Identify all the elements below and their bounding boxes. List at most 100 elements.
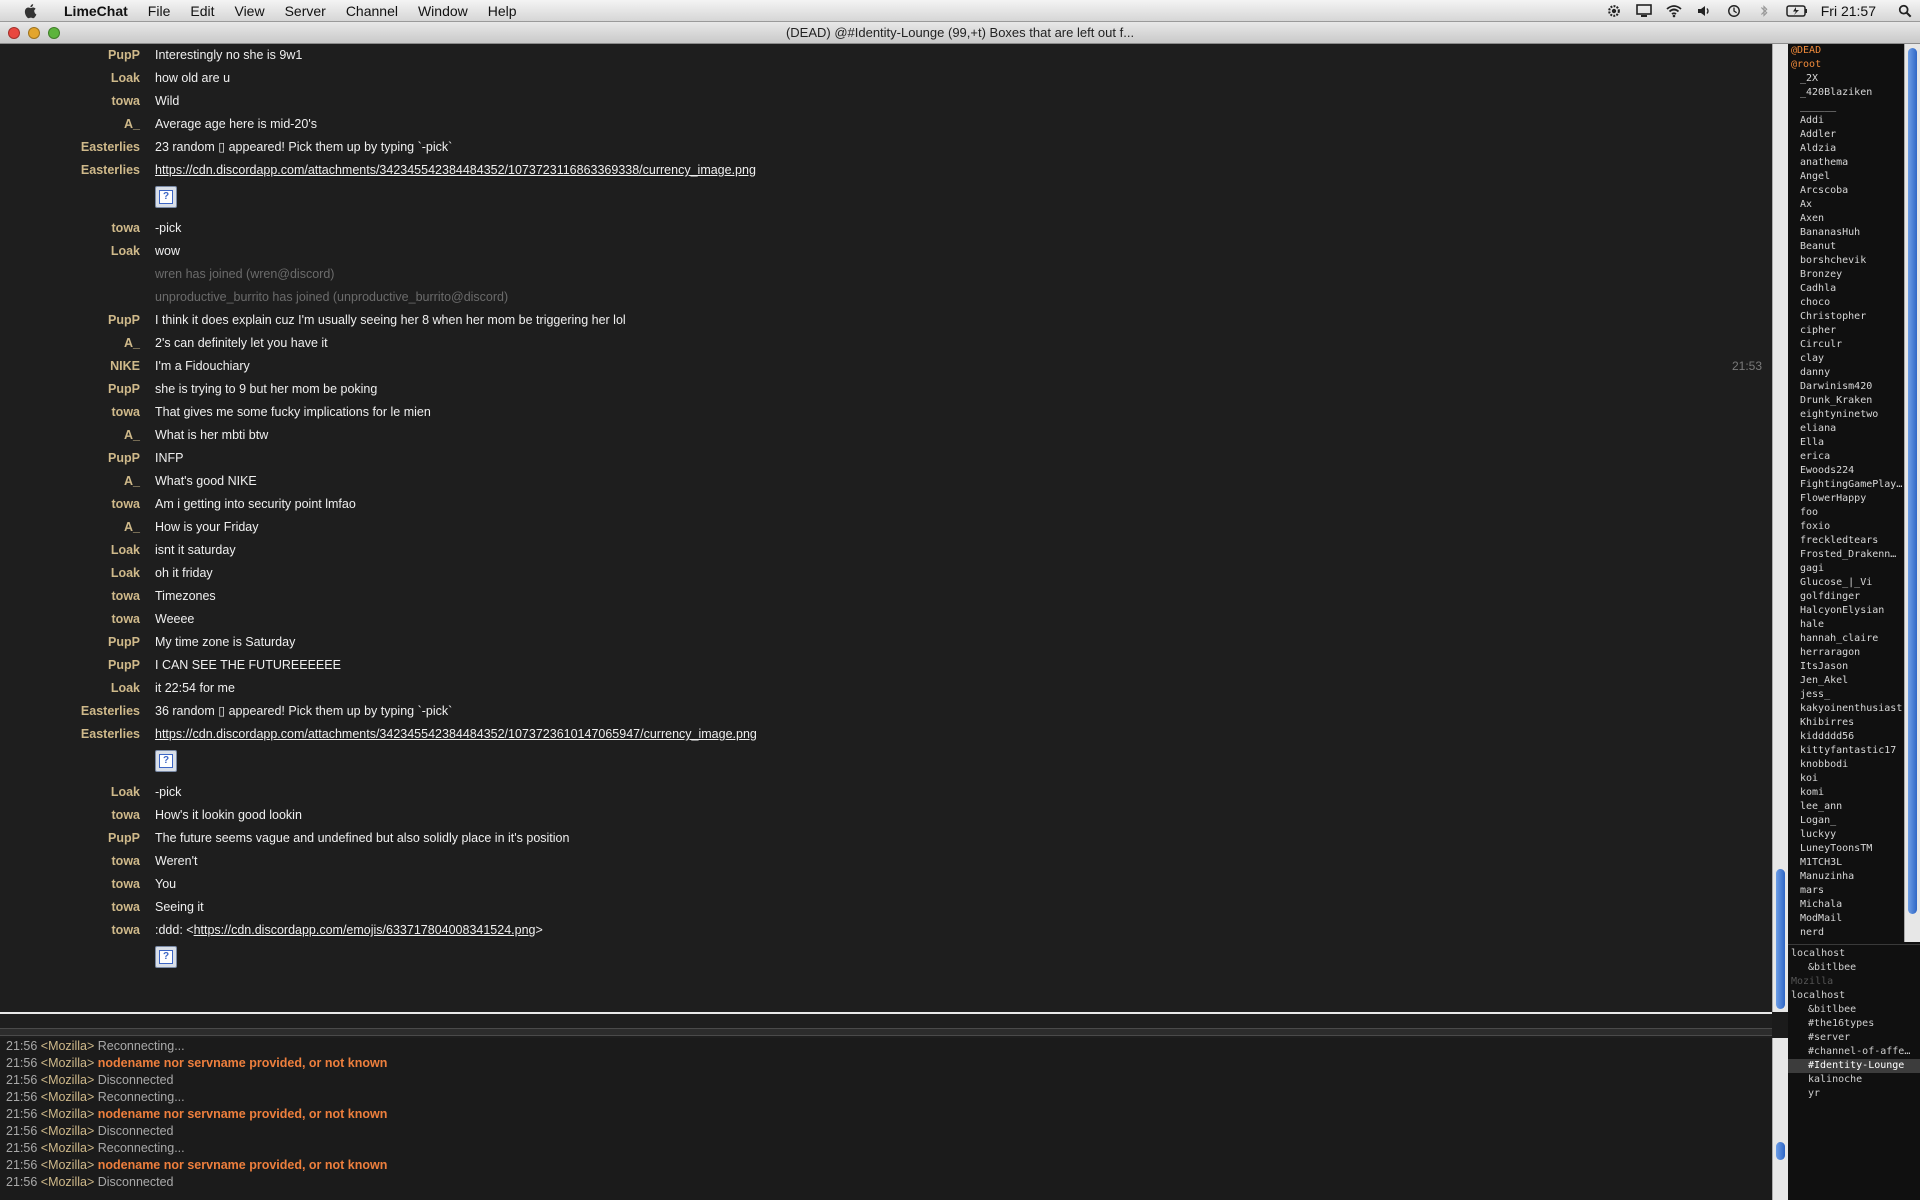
member-item[interactable]: Addi [1788, 114, 1904, 128]
member-item[interactable]: golfdinger [1788, 590, 1904, 604]
message-nick[interactable]: Easterlies [81, 723, 140, 746]
member-item[interactable]: kakyoinenthusiast [1788, 702, 1904, 716]
message-nick[interactable]: PupP [108, 827, 140, 850]
member-item[interactable]: Ax [1788, 198, 1904, 212]
member-item[interactable]: knobbodi [1788, 758, 1904, 772]
member-item[interactable]: borshchevik [1788, 254, 1904, 268]
channel-item[interactable]: &bitlbee [1788, 961, 1920, 975]
message-nick[interactable]: Loak [111, 562, 140, 585]
member-item[interactable]: HalcyonElysian [1788, 604, 1904, 618]
member-item[interactable]: ______ [1788, 100, 1904, 114]
member-item[interactable]: hale [1788, 618, 1904, 632]
message-nick[interactable]: Easterlies [81, 700, 140, 723]
menubar-clock[interactable]: Fri 21:57 [1815, 3, 1890, 19]
message-nick[interactable]: towa [112, 804, 140, 827]
message-nick[interactable]: Easterlies [81, 136, 140, 159]
message-nick[interactable]: A_ [124, 424, 140, 447]
spotlight-icon[interactable] [1897, 4, 1913, 18]
server-tree[interactable]: localhost &bitlbee Mozilla localhost &bitlbe… [1788, 944, 1920, 1200]
member-item[interactable]: freckledtears [1788, 534, 1904, 548]
message-nick[interactable]: towa [112, 401, 140, 424]
channel-item[interactable]: kalinoche [1788, 1073, 1920, 1087]
member-item[interactable]: cipher [1788, 324, 1904, 338]
image-placeholder-icon[interactable]: ? [155, 750, 177, 772]
message-nick[interactable]: towa [112, 896, 140, 919]
member-item[interactable]: herraragon [1788, 646, 1904, 660]
member-item[interactable]: eliana [1788, 422, 1904, 436]
message-nick[interactable]: towa [112, 90, 140, 113]
message-nick[interactable]: A_ [124, 113, 140, 136]
member-scroll-thumb[interactable] [1908, 48, 1917, 914]
member-item[interactable]: Axen [1788, 212, 1904, 226]
message-nick[interactable]: towa [112, 919, 140, 942]
message-nick[interactable]: Loak [111, 539, 140, 562]
message-nick[interactable]: Loak [111, 677, 140, 700]
close-button[interactable] [8, 27, 20, 39]
apple-menu-icon[interactable] [20, 3, 42, 19]
message-nick[interactable]: towa [112, 850, 140, 873]
menu-help[interactable]: Help [478, 0, 527, 22]
member-item[interactable]: nerd [1788, 926, 1904, 940]
member-item[interactable]: Ella [1788, 436, 1904, 450]
member-item[interactable]: Cadhla [1788, 282, 1904, 296]
member-item[interactable]: Jen_Akel [1788, 674, 1904, 688]
member-item[interactable]: mars [1788, 884, 1904, 898]
chat-scrollbar[interactable] [1772, 44, 1788, 1012]
server-item[interactable]: localhost [1788, 989, 1920, 1003]
member-scrollbar[interactable] [1904, 44, 1920, 942]
image-placeholder-icon[interactable]: ? [155, 946, 177, 968]
member-item[interactable]: BananasHuh [1788, 226, 1904, 240]
member-item[interactable]: erica [1788, 450, 1904, 464]
member-item[interactable]: FlowerHappy [1788, 492, 1904, 506]
member-item[interactable]: komi [1788, 786, 1904, 800]
console-scrollbar[interactable] [1772, 1038, 1788, 1200]
message-nick[interactable]: Loak [111, 240, 140, 263]
minimize-button[interactable] [28, 27, 40, 39]
member-item[interactable]: LuneyToonsTM [1788, 842, 1904, 856]
member-item[interactable]: kittyfantastic17 [1788, 744, 1904, 758]
message-nick[interactable]: A_ [124, 332, 140, 355]
channel-item[interactable]: #the16types [1788, 1017, 1920, 1031]
menu-window[interactable]: Window [408, 0, 478, 22]
time-machine-icon[interactable] [1726, 4, 1742, 18]
message-nick[interactable]: Loak [111, 781, 140, 804]
chat-log[interactable]: PupP Interestingly no she is 9w1 Loak how o… [0, 44, 1772, 1012]
member-item[interactable]: danny [1788, 366, 1904, 380]
message-link[interactable]: https://cdn.discordapp.com/attachments/3… [155, 727, 757, 741]
channel-item[interactable]: #Identity-Lounge [1788, 1059, 1920, 1073]
member-item[interactable]: Glucose_|_Vi [1788, 576, 1904, 590]
menu-channel[interactable]: Channel [336, 0, 408, 22]
server-item[interactable]: Mozilla [1788, 975, 1920, 989]
menu-edit[interactable]: Edit [180, 0, 224, 22]
member-item[interactable]: eightyninetwo [1788, 408, 1904, 422]
battery-icon[interactable] [1786, 4, 1808, 18]
member-item[interactable]: lee_ann [1788, 800, 1904, 814]
member-item[interactable]: ItsJason [1788, 660, 1904, 674]
chat-scroll-thumb[interactable] [1776, 869, 1785, 1009]
message-nick[interactable]: towa [112, 873, 140, 896]
member-item[interactable]: Circulr [1788, 338, 1904, 352]
message-link[interactable]: https://cdn.discordapp.com/emojis/633717… [194, 923, 536, 937]
member-item[interactable]: Beanut [1788, 240, 1904, 254]
member-item[interactable]: Frosted_Drakenn… [1788, 548, 1904, 562]
member-item[interactable]: Manuzinha [1788, 870, 1904, 884]
member-item[interactable]: Ewoods224 [1788, 464, 1904, 478]
message-nick[interactable]: PupP [108, 631, 140, 654]
member-item[interactable]: hannah_claire [1788, 632, 1904, 646]
member-item[interactable]: jess_ [1788, 688, 1904, 702]
message-nick[interactable]: NIKE [110, 355, 140, 378]
member-item[interactable]: foxio [1788, 520, 1904, 534]
member-item[interactable]: Khibirres [1788, 716, 1904, 730]
menu-view[interactable]: View [224, 0, 274, 22]
menu-file[interactable]: File [138, 0, 181, 22]
member-item[interactable]: gagi [1788, 562, 1904, 576]
message-nick[interactable]: towa [112, 585, 140, 608]
member-item[interactable]: Aldzia [1788, 142, 1904, 156]
member-item[interactable]: Bronzey [1788, 268, 1904, 282]
message-nick[interactable]: PupP [108, 447, 140, 470]
member-op[interactable]: @DEAD [1788, 44, 1904, 58]
member-item[interactable]: Christopher [1788, 310, 1904, 324]
image-placeholder-icon[interactable]: ? [155, 186, 177, 208]
member-item[interactable]: _420Blaziken [1788, 86, 1904, 100]
console-log[interactable]: 21:56 <Mozilla> Reconnecting... 21:56 <Mo… [0, 1038, 1772, 1200]
